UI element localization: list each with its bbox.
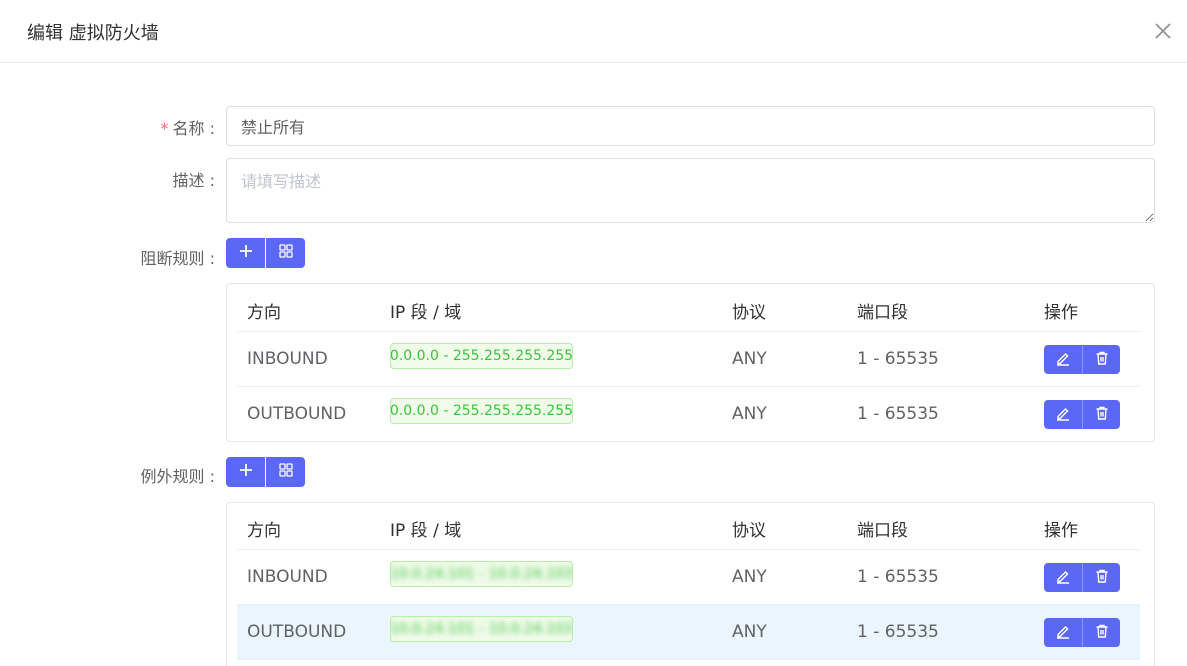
table-header-row: 方向 IP 段 / 域 协议 端口段 操作	[237, 503, 1140, 550]
cell-port: 1 - 65535	[857, 349, 939, 369]
row-actions	[1044, 400, 1120, 429]
table-header-row: 方向 IP 段 / 域 协议 端口段 操作	[237, 284, 1140, 332]
cell-port: 1 - 65535	[857, 567, 939, 587]
edit-icon	[1055, 568, 1071, 588]
th-port: 端口段	[857, 303, 908, 323]
cell-direction: OUTBOUND	[247, 622, 347, 642]
edit-icon	[1055, 623, 1071, 643]
delete-button[interactable]	[1082, 563, 1120, 592]
required-mark: *	[160, 119, 169, 138]
delete-button[interactable]	[1082, 400, 1120, 429]
cell-protocol: ANY	[732, 404, 767, 424]
delete-button[interactable]	[1082, 618, 1120, 647]
th-direction: 方向	[247, 521, 281, 541]
th-port: 端口段	[857, 521, 908, 541]
edit-icon	[1055, 405, 1071, 425]
cell-protocol: ANY	[732, 567, 767, 587]
edit-button[interactable]	[1044, 563, 1082, 592]
delete-button[interactable]	[1082, 345, 1120, 374]
cell-port: 1 - 65535	[857, 622, 939, 642]
th-direction: 方向	[247, 303, 281, 323]
dialog-title: 编辑 虚拟防火墙	[27, 23, 159, 44]
row-actions	[1044, 563, 1120, 592]
except-rules-table: 方向 IP 段 / 域 协议 端口段 操作 INBOUND 10.0.24.10…	[226, 502, 1155, 666]
edit-button[interactable]	[1044, 618, 1082, 647]
trash-icon	[1094, 350, 1110, 370]
trash-icon	[1094, 623, 1110, 643]
block-rules-label: 阻断规则 :	[140, 249, 215, 268]
table-row: OUTBOUND 10.0.24.101 - 10.0.24.103 ANY 1…	[237, 605, 1140, 660]
name-input[interactable]	[226, 106, 1155, 146]
dialog-header: 编辑 虚拟防火墙	[0, 0, 1187, 63]
row-actions	[1044, 618, 1120, 647]
ip-range-tag: 0.0.0.0 - 255.255.255.255	[390, 343, 573, 369]
close-icon[interactable]	[1152, 20, 1174, 42]
add-except-rule-button[interactable]	[226, 457, 265, 487]
trash-icon	[1094, 405, 1110, 425]
cell-port: 1 - 65535	[857, 404, 939, 424]
block-rules-table: 方向 IP 段 / 域 协议 端口段 操作 INBOUND 0.0.0.0 - …	[226, 283, 1155, 442]
th-ip: IP 段 / 域	[390, 521, 462, 541]
cell-direction: INBOUND	[247, 349, 328, 369]
th-protocol: 协议	[732, 521, 766, 541]
add-block-rule-button[interactable]	[226, 238, 265, 268]
table-row: INBOUND 10.0.24.101 - 10.0.24.103 ANY 1 …	[237, 550, 1140, 605]
grid-icon	[278, 462, 294, 482]
except-rules-label: 例外规则 :	[140, 467, 215, 486]
trash-icon	[1094, 568, 1110, 588]
table-row: OUTBOUND 0.0.0.0 - 255.255.255.255 ANY 1…	[237, 387, 1140, 442]
except-rules-buttons	[226, 457, 305, 487]
block-rules-buttons	[226, 238, 305, 268]
ip-range-tag: 0.0.0.0 - 255.255.255.255	[390, 398, 573, 424]
name-label: * 名称 :	[160, 119, 215, 138]
row-actions	[1044, 345, 1120, 374]
edit-button[interactable]	[1044, 400, 1082, 429]
edit-button[interactable]	[1044, 345, 1082, 374]
cell-protocol: ANY	[732, 349, 767, 369]
edit-icon	[1055, 350, 1071, 370]
plus-icon	[238, 243, 254, 263]
ip-range-tag: 10.0.24.101 - 10.0.24.103	[390, 561, 573, 587]
desc-label: 描述 :	[172, 171, 215, 190]
plus-icon	[238, 462, 254, 482]
th-protocol: 协议	[732, 303, 766, 323]
cell-protocol: ANY	[732, 622, 767, 642]
cell-direction: INBOUND	[247, 567, 328, 587]
ip-range-tag: 10.0.24.101 - 10.0.24.103	[390, 616, 573, 642]
grid-icon	[278, 243, 294, 263]
batch-except-rule-button[interactable]	[266, 457, 305, 487]
desc-textarea[interactable]	[226, 158, 1155, 223]
cell-direction: OUTBOUND	[247, 404, 347, 424]
batch-block-rule-button[interactable]	[266, 238, 305, 268]
th-ops: 操作	[1044, 303, 1078, 323]
th-ops: 操作	[1044, 521, 1078, 541]
th-ip: IP 段 / 域	[390, 303, 462, 323]
table-row: INBOUND 0.0.0.0 - 255.255.255.255 ANY 1 …	[237, 332, 1140, 387]
